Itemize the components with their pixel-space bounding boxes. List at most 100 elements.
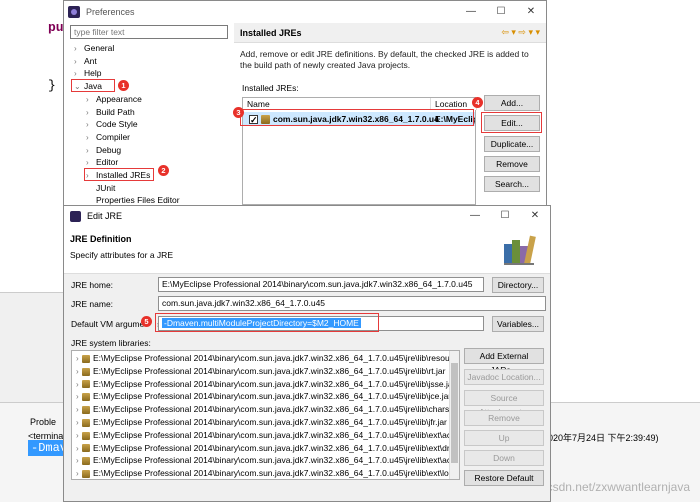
jar-icon (82, 393, 90, 402)
library-path: E:\MyEclipse Professional 2014\binary\co… (93, 442, 458, 453)
libraries-scrollbar[interactable] (449, 351, 459, 479)
directory-button[interactable]: Directory... (492, 277, 544, 293)
chevron-right-icon[interactable]: › (72, 443, 82, 455)
minimize-icon[interactable]: — (460, 206, 490, 226)
tree-item[interactable]: › Debug (86, 144, 121, 157)
annotation-badge-4: 4 (472, 97, 483, 108)
edit-jre-titlebar[interactable]: Edit JRE — ☐ ✕ (64, 206, 550, 226)
library-row[interactable]: › E:\MyEclipse Professional 2014\binary\c… (72, 403, 459, 416)
library-row[interactable]: › E:\MyEclipse Professional 2014\binary\c… (72, 416, 447, 428)
system-libraries-label: JRE system libraries: (71, 338, 151, 348)
chevron-right-icon[interactable]: › (72, 353, 82, 365)
remove-library-button[interactable]: Remove (464, 410, 544, 426)
edit-jre-dialog: Edit JRE — ☐ ✕ JRE Definition Specify at… (63, 205, 551, 502)
scrollbar-thumb[interactable] (451, 363, 458, 463)
jre-definition-title: JRE Definition (70, 234, 132, 244)
jre-name-field[interactable]: com.sun.java.jdk7.win32.x86_64_1.7.0.u45 (158, 296, 546, 311)
tree-item-label: Code Style (96, 119, 138, 130)
chevron-right-icon[interactable]: › (72, 379, 82, 391)
annotation-badge-3: 3 (233, 107, 244, 118)
jar-icon (82, 367, 90, 376)
annotation-box-java (71, 79, 115, 93)
add-external-jars-button[interactable]: Add External JARs... (464, 348, 544, 375)
chevron-right-icon[interactable]: › (86, 119, 96, 131)
maximize-icon[interactable]: ☐ (490, 206, 520, 226)
chevron-right-icon[interactable]: › (86, 132, 96, 144)
filter-input[interactable]: type filter text (70, 25, 228, 39)
page-description: Add, remove or edit JRE definitions. By … (240, 49, 529, 70)
preferences-window: Preferences — ☐ ✕ type filter text › Gene… (63, 0, 547, 210)
up-button[interactable]: Up (464, 430, 544, 446)
library-row[interactable]: › E:\MyEclipse Professional 2014\binary\c… (72, 454, 459, 467)
close-icon[interactable]: ✕ (520, 206, 550, 226)
jar-icon (82, 418, 90, 427)
chevron-right-icon[interactable]: › (86, 107, 96, 119)
maximize-icon[interactable]: ☐ (486, 1, 516, 23)
chevron-right-icon[interactable]: › (86, 145, 96, 157)
annotation-box-edit (481, 112, 542, 133)
tree-item[interactable]: › Compiler (86, 131, 130, 144)
installed-jres-label: Installed JREs: (242, 83, 299, 93)
console-timestamp: 020年7月24日 下午2:39:49) (548, 433, 659, 443)
minimize-icon[interactable]: — (456, 1, 486, 23)
restore-default-button[interactable]: Restore Default (464, 470, 544, 486)
javadoc-location-button[interactable]: Javadoc Location... (464, 369, 544, 385)
tree-item[interactable]: › Ant (74, 55, 97, 68)
tree-item[interactable]: › Build Path (86, 106, 135, 119)
chevron-right-icon[interactable]: › (72, 455, 82, 467)
jar-icon (82, 431, 90, 440)
editor-gutter-band (0, 292, 64, 402)
down-button[interactable]: Down (464, 450, 544, 466)
variables-button[interactable]: Variables... (492, 316, 544, 332)
annotation-badge-2: 2 (158, 165, 169, 176)
jre-definition-subtitle: Specify attributes for a JRE (70, 250, 173, 260)
eclipse-icon (68, 6, 80, 18)
library-path: E:\MyEclipse Professional 2014\binary\co… (93, 468, 458, 479)
tree-item-label: Ant (84, 55, 97, 66)
library-row[interactable]: › E:\MyEclipse Professional 2014\binary\c… (72, 467, 458, 479)
chevron-right-icon[interactable]: › (72, 366, 82, 378)
search-button[interactable]: Search... (484, 176, 540, 192)
annotation-badge-5: 5 (141, 316, 152, 327)
source-attachment-button[interactable]: Source Attachment... (464, 390, 544, 417)
library-row[interactable]: › E:\MyEclipse Professional 2014\binary\c… (72, 390, 451, 402)
tree-item-label: Editor (96, 157, 119, 168)
chevron-right-icon[interactable]: › (72, 430, 82, 442)
jre-name-label: JRE name: (71, 299, 114, 309)
library-row[interactable]: › E:\MyEclipse Professional 2014\binary\c… (72, 429, 459, 442)
jre-home-field[interactable]: E:\MyEclipse Professional 2014\binary\co… (158, 277, 484, 292)
tree-item-label: Properties Files Editor (96, 195, 180, 206)
duplicate-button[interactable]: Duplicate... (484, 136, 540, 152)
preferences-titlebar[interactable]: Preferences — ☐ ✕ (64, 1, 546, 23)
chevron-right-icon[interactable]: › (72, 391, 82, 403)
library-path: E:\MyEclipse Professional 2014\binary\co… (93, 417, 447, 427)
jar-icon (82, 457, 90, 466)
edit-jre-title: Edit JRE (87, 211, 123, 221)
library-path: E:\MyEclipse Professional 2014\binary\co… (93, 391, 452, 402)
library-row[interactable]: › E:\MyEclipse Professional 2014\binary\c… (72, 365, 445, 377)
tree-item[interactable]: JUnit (86, 182, 115, 194)
add-button[interactable]: Add... (484, 95, 540, 111)
library-row[interactable]: › E:\MyEclipse Professional 2014\binary\c… (72, 352, 457, 364)
nav-arrows-icon[interactable]: ⇦ ▾ ⇨ ▾ ▾ (501, 27, 540, 38)
tree-item[interactable]: › General (74, 42, 114, 55)
chevron-right-icon[interactable]: › (72, 404, 82, 416)
close-icon[interactable]: ✕ (516, 1, 546, 23)
tree-item[interactable]: › Code Style (86, 118, 138, 131)
remove-button[interactable]: Remove (484, 156, 540, 172)
chevron-right-icon[interactable]: › (86, 94, 96, 106)
chevron-right-icon[interactable]: › (72, 468, 82, 479)
chevron-right-icon[interactable]: › (72, 417, 82, 429)
tree-item-label: Help (84, 68, 102, 79)
chevron-right-icon[interactable]: › (74, 56, 84, 68)
tree-item[interactable]: › Appearance (86, 93, 142, 106)
library-row[interactable]: › E:\MyEclipse Professional 2014\binary\c… (72, 442, 458, 454)
jar-icon (82, 354, 90, 363)
tree-item-label: General (84, 43, 115, 53)
preferences-title: Preferences (86, 7, 135, 17)
chevron-right-icon[interactable]: › (74, 43, 84, 55)
library-row[interactable]: › E:\MyEclipse Professional 2014\binary\c… (72, 378, 455, 390)
problems-tab[interactable]: Proble (30, 417, 56, 427)
tree-item-label: Debug (96, 144, 122, 155)
system-libraries-list: › E:\MyEclipse Professional 2014\binary\c… (71, 350, 460, 480)
